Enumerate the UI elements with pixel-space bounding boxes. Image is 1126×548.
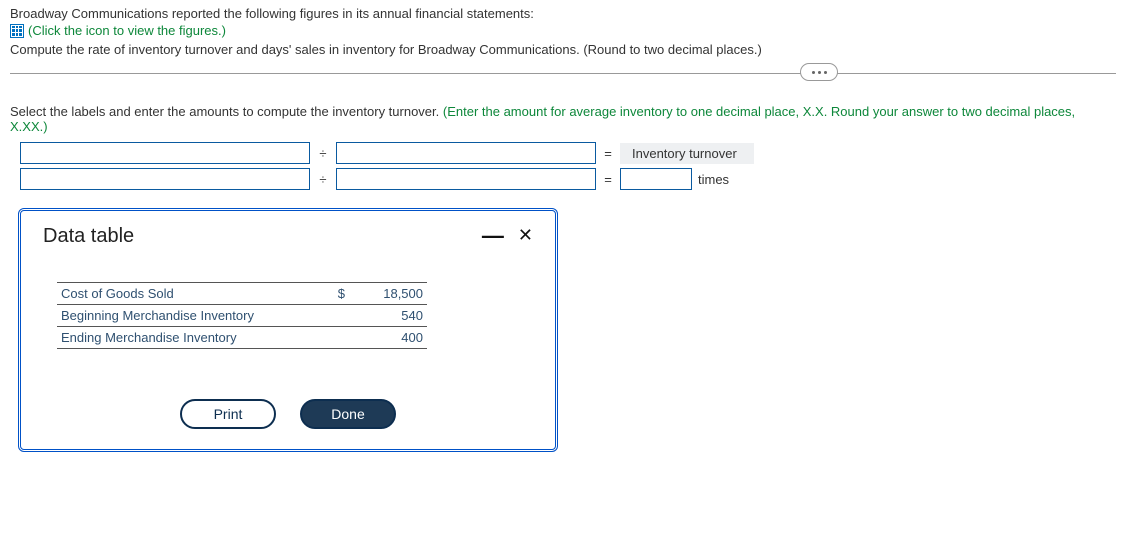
- numerator-value-input[interactable]: [20, 168, 310, 190]
- instruction-main: Select the labels and enter the amounts …: [10, 104, 443, 119]
- row-value: 540: [349, 305, 427, 327]
- row-label: Ending Merchandise Inventory: [57, 327, 313, 349]
- close-icon[interactable]: ✕: [518, 225, 533, 246]
- result-label: Inventory turnover: [620, 143, 754, 164]
- result-value-input[interactable]: [620, 168, 692, 190]
- row-value: 18,500: [349, 283, 427, 305]
- data-table: Cost of Goods Sold $ 18,500 Beginning Me…: [57, 282, 427, 349]
- row-currency: [313, 327, 349, 349]
- done-button[interactable]: Done: [300, 399, 396, 429]
- table-row: Ending Merchandise Inventory 400: [57, 327, 427, 349]
- row-currency: $: [313, 283, 349, 305]
- row-currency: [313, 305, 349, 327]
- denominator-label-input[interactable]: [336, 142, 596, 164]
- view-figures-text: (Click the icon to view the figures.): [28, 23, 226, 38]
- denominator-value-input[interactable]: [336, 168, 596, 190]
- table-row: Cost of Goods Sold $ 18,500: [57, 283, 427, 305]
- view-figures-link[interactable]: (Click the icon to view the figures.): [10, 23, 1116, 38]
- divide-sign-1: ÷: [316, 146, 330, 161]
- compute-instruction: Compute the rate of inventory turnover a…: [10, 42, 1116, 57]
- row-value: 400: [349, 327, 427, 349]
- result-suffix: times: [698, 172, 729, 187]
- table-grid-icon: [10, 24, 24, 38]
- equals-sign-1: =: [602, 146, 614, 161]
- row-label: Cost of Goods Sold: [57, 283, 313, 305]
- equals-sign-2: =: [602, 172, 614, 187]
- table-row: Beginning Merchandise Inventory 540: [57, 305, 427, 327]
- data-table-dialog: Data table — ✕ Cost of Goods Sold $ 18,5…: [18, 208, 558, 452]
- numerator-label-input[interactable]: [20, 142, 310, 164]
- divide-sign-2: ÷: [316, 172, 330, 187]
- row-label: Beginning Merchandise Inventory: [57, 305, 313, 327]
- more-options-pill[interactable]: [800, 63, 838, 81]
- print-button[interactable]: Print: [180, 399, 276, 429]
- intro-text-1: Broadway Communications reported the fol…: [10, 6, 1116, 21]
- minimize-icon[interactable]: —: [482, 231, 504, 241]
- divider-line: [10, 73, 1116, 74]
- dialog-title: Data table: [43, 225, 134, 248]
